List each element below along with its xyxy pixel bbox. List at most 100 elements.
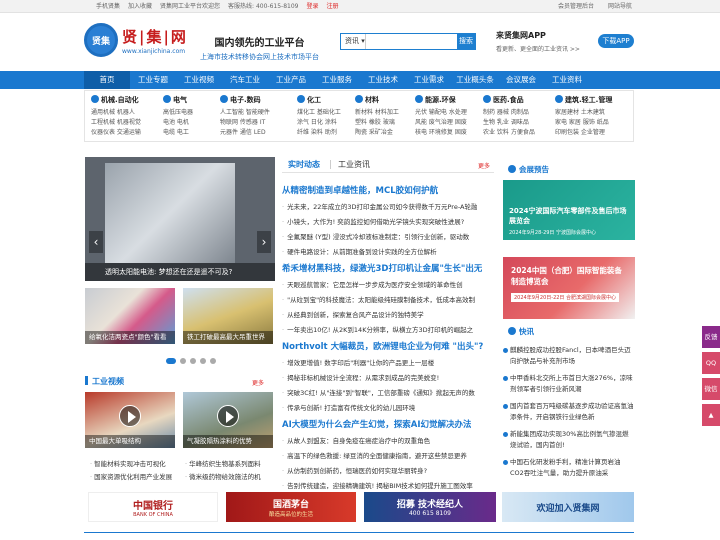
- category-links[interactable]: 人工智能 智能硬件: [220, 108, 270, 118]
- news-item[interactable]: 从故人到盟友：自身免疫在癌症治疗中的双重角色: [282, 435, 430, 445]
- category-links[interactable]: 家电 家居 服饰 纸品: [555, 118, 612, 128]
- slider-prev-button[interactable]: ‹: [89, 231, 103, 253]
- flash-item[interactable]: 国内首套百万吨级碳基逐步成功验证高氢油添条件，开启钢铁行业绿色新: [510, 401, 634, 423]
- expo-banner-2[interactable]: 2024中国（合肥）国际智能装备制造博览会 2024年9月20日-22日 合肥滨…: [503, 257, 635, 319]
- news-item[interactable]: 一年卖出10亿! 从2K到14K分辨率，纵横立方3D打印机的崛起之: [282, 324, 473, 334]
- news-item[interactable]: 硬件电路设计：从前期准备到设计实践的全方位解析: [282, 246, 437, 256]
- news-item[interactable]: 全氟聚醚 (Y型) 浸没式冷却液标准制定：引领行业创新，驱动数: [282, 231, 469, 241]
- login-link[interactable]: 登录: [306, 0, 318, 13]
- category-links[interactable]: 生物 乳业 调味品: [483, 118, 535, 128]
- category-links[interactable]: 电缆 电工: [163, 128, 193, 138]
- category-links[interactable]: 农业 饮料 方便食品: [483, 128, 535, 138]
- category-links[interactable]: 高低压电器: [163, 108, 193, 118]
- news-headline[interactable]: Northvolt 大幅裁员，欧洲锂电企业为何难 "出头"?: [282, 340, 483, 352]
- category-links[interactable]: 通用机械 机器人: [91, 108, 141, 118]
- nav-item-0[interactable]: 首页: [84, 71, 130, 89]
- slider-dot[interactable]: [190, 358, 196, 364]
- category-links[interactable]: 家居建材 土木建筑: [555, 108, 612, 118]
- slider-dot[interactable]: [210, 358, 216, 364]
- category-links[interactable]: 电池 电机: [163, 118, 193, 128]
- news-more-link[interactable]: 更多: [478, 161, 490, 170]
- site-logo[interactable]: 贤集 贤|集|网 www.xianjichina.com: [84, 23, 188, 57]
- video-item[interactable]: 气凝胶隔热涂料的优势: [183, 392, 273, 448]
- category-links[interactable]: 仪器仪表 交通运输: [91, 128, 141, 138]
- ad-banner-bank[interactable]: 中国银行 BANK OF CHINA: [88, 492, 218, 522]
- video-link[interactable]: 微米级药物给效施法的机: [185, 471, 280, 484]
- pic-news-item[interactable]: 铁工打破最高最大吊重世界: [183, 288, 273, 344]
- search-category-select[interactable]: 资讯 ▾: [341, 34, 366, 49]
- video-more-link[interactable]: 更多: [252, 378, 264, 387]
- news-item[interactable]: 告别传统建造，迎接精确建筑! 揭秘BIM技术如何提升施工图效率: [282, 480, 473, 490]
- pic-news-item[interactable]: 给氧化洁两瓷点"颜色"看看: [85, 288, 175, 344]
- search-button[interactable]: 搜索: [456, 34, 475, 49]
- category-title[interactable]: 材料: [365, 96, 379, 104]
- category-title[interactable]: 医药.食品: [493, 96, 524, 104]
- nav-item-1[interactable]: 工业专题: [130, 71, 176, 89]
- category-title[interactable]: 能源.环保: [425, 96, 456, 104]
- news-item[interactable]: 增效更增值! 数字印后"利器"让你的产品更上一层楼: [282, 357, 434, 367]
- news-item[interactable]: 传承与创新! 打造富有传统文化的幼儿园环境: [282, 402, 415, 412]
- news-item[interactable]: 小镜头，大作为! 奕韵监控如何借助光学镜头实现突破性进展?: [282, 216, 464, 226]
- ad-banner-join[interactable]: 欢迎加入贤集网: [502, 492, 634, 522]
- nav-item-10[interactable]: 工业资料: [544, 71, 590, 89]
- flash-item[interactable]: 中甲香料北交所上市首日大涨276%，凉味剂领军者引领行业新风潮: [510, 373, 634, 395]
- news-headline[interactable]: AI大模型为什么会产生幻觉，探索AI幻觉解决办法: [282, 418, 471, 430]
- slider-next-button[interactable]: ›: [257, 231, 271, 253]
- news-item[interactable]: 高温下的绿色救援: 绿豆消的全面健康指南，避开这些禁忌更养: [282, 450, 467, 460]
- app-subtitle[interactable]: 看更新、更全面的工业资讯 >>: [496, 44, 580, 53]
- qq-button[interactable]: QQ: [702, 352, 720, 374]
- category-links[interactable]: 陶瓷 采矿冶金: [355, 128, 399, 138]
- news-item[interactable]: 突破3C红! 从"连接"到"智联"，工信部重磅《通知》掀起无声的数: [282, 387, 475, 397]
- category-links[interactable]: 煤化工 基础化工: [297, 108, 341, 118]
- ad-banner-moutai[interactable]: 国酒茅台 酿造高品位的生活: [226, 492, 356, 522]
- slider-dot[interactable]: [180, 358, 186, 364]
- tab-realtime[interactable]: 实时动态: [288, 159, 320, 170]
- category-links[interactable]: 工程机械 机器视觉: [91, 118, 141, 128]
- nav-item-3[interactable]: 汽车工业: [222, 71, 268, 89]
- nav-item-4[interactable]: 工业产品: [268, 71, 314, 89]
- nav-item-6[interactable]: 工业技术: [360, 71, 406, 89]
- category-title[interactable]: 电气: [173, 96, 187, 104]
- back-to-top-button[interactable]: ▲: [702, 404, 720, 426]
- slider-dot[interactable]: [166, 358, 176, 364]
- news-item[interactable]: 光未来，22年成立的3D打印金属公司如今获得数千万元Pre-A轮融: [282, 201, 477, 211]
- video-item[interactable]: 中国最大单吸结构: [85, 392, 175, 448]
- category-title[interactable]: 建筑.轻工.管理: [565, 96, 612, 104]
- member-admin-link[interactable]: 会员管理后台: [558, 0, 594, 13]
- flash-item[interactable]: 麒麟控股成功控股Fancl，日本啤酒巨头迈向护肤品与补充剂市场: [510, 345, 634, 367]
- video-link[interactable]: 国家资源优化利用产业发展: [90, 471, 185, 484]
- ad-banner-recruit[interactable]: 招募 技术经纪人 400 615 8109: [364, 492, 496, 522]
- category-links[interactable]: 塑料 橡胶 玻璃: [355, 118, 399, 128]
- register-link[interactable]: 注册: [327, 0, 339, 13]
- slider-caption[interactable]: 透明太阳能电池: 梦想还在还是遥不可及?: [85, 263, 275, 281]
- category-links[interactable]: 制药 器械 肉制品: [483, 108, 535, 118]
- news-item[interactable]: 从经典到创新，探索复合风产品设计的独特美学: [282, 309, 424, 319]
- flash-item[interactable]: 新能集团成功实现30%高比例氢气掺混燃烧试验，国内首创!: [510, 429, 634, 451]
- mobile-link[interactable]: 手机贤集: [96, 0, 120, 13]
- feedback-button[interactable]: 反馈: [702, 326, 720, 348]
- nav-item-7[interactable]: 工业需求: [406, 71, 452, 89]
- nav-item-9[interactable]: 会议展会: [498, 71, 544, 89]
- category-links[interactable]: 涂气 日化 涂料: [297, 118, 341, 128]
- category-links[interactable]: 新材料 材料加工: [355, 108, 399, 118]
- video-link[interactable]: 智能材料实现冲击可视化: [90, 458, 185, 471]
- nav-item-5[interactable]: 工业服务: [314, 71, 360, 89]
- download-app-button[interactable]: 下载APP: [598, 34, 634, 48]
- category-title[interactable]: 化工: [307, 96, 321, 104]
- news-headline[interactable]: 希禾增材黑科技，绿激光3D打印机让金属"生长"出无: [282, 262, 482, 274]
- news-item[interactable]: 揭秘非标机械设计全流程：从需求到成品的完美蜕变!: [282, 372, 439, 382]
- category-links[interactable]: 风能 废气治理 固废: [415, 118, 467, 128]
- search-input[interactable]: [365, 34, 457, 49]
- video-link[interactable]: 华峰纺织生物基系列面料: [185, 458, 280, 471]
- news-item[interactable]: "从砬到宝"的科技魔法：太阳能级纯硅膜制备技术，低成本高效制: [282, 294, 475, 304]
- image-slider[interactable]: ‹ › 透明太阳能电池: 梦想还在还是遥不可及?: [85, 157, 275, 281]
- expo-banner-1[interactable]: 2024宁波国际汽车零部件及售后市场展览会 2024年9月28-29日 宁波国际…: [503, 180, 635, 240]
- category-links[interactable]: 纤维 染料 助剂: [297, 128, 341, 138]
- category-links[interactable]: 元器件 通信 LED: [220, 128, 270, 138]
- flash-item[interactable]: 中国石化研发粉手利，精准计算页岩油CO2吞吐注气量，助力提升原油采: [510, 457, 634, 479]
- category-title[interactable]: 机械.自动化: [101, 96, 139, 104]
- favorite-link[interactable]: 加入收藏: [128, 0, 152, 13]
- news-headline[interactable]: 从精密制造到卓越性能，MCL胶如何护航: [282, 184, 438, 196]
- nav-item-8[interactable]: 工业概头条: [452, 71, 498, 89]
- news-item[interactable]: 天眼巡航管家：它是怎样一步步成为医疗安全领域的革命性创: [282, 279, 463, 289]
